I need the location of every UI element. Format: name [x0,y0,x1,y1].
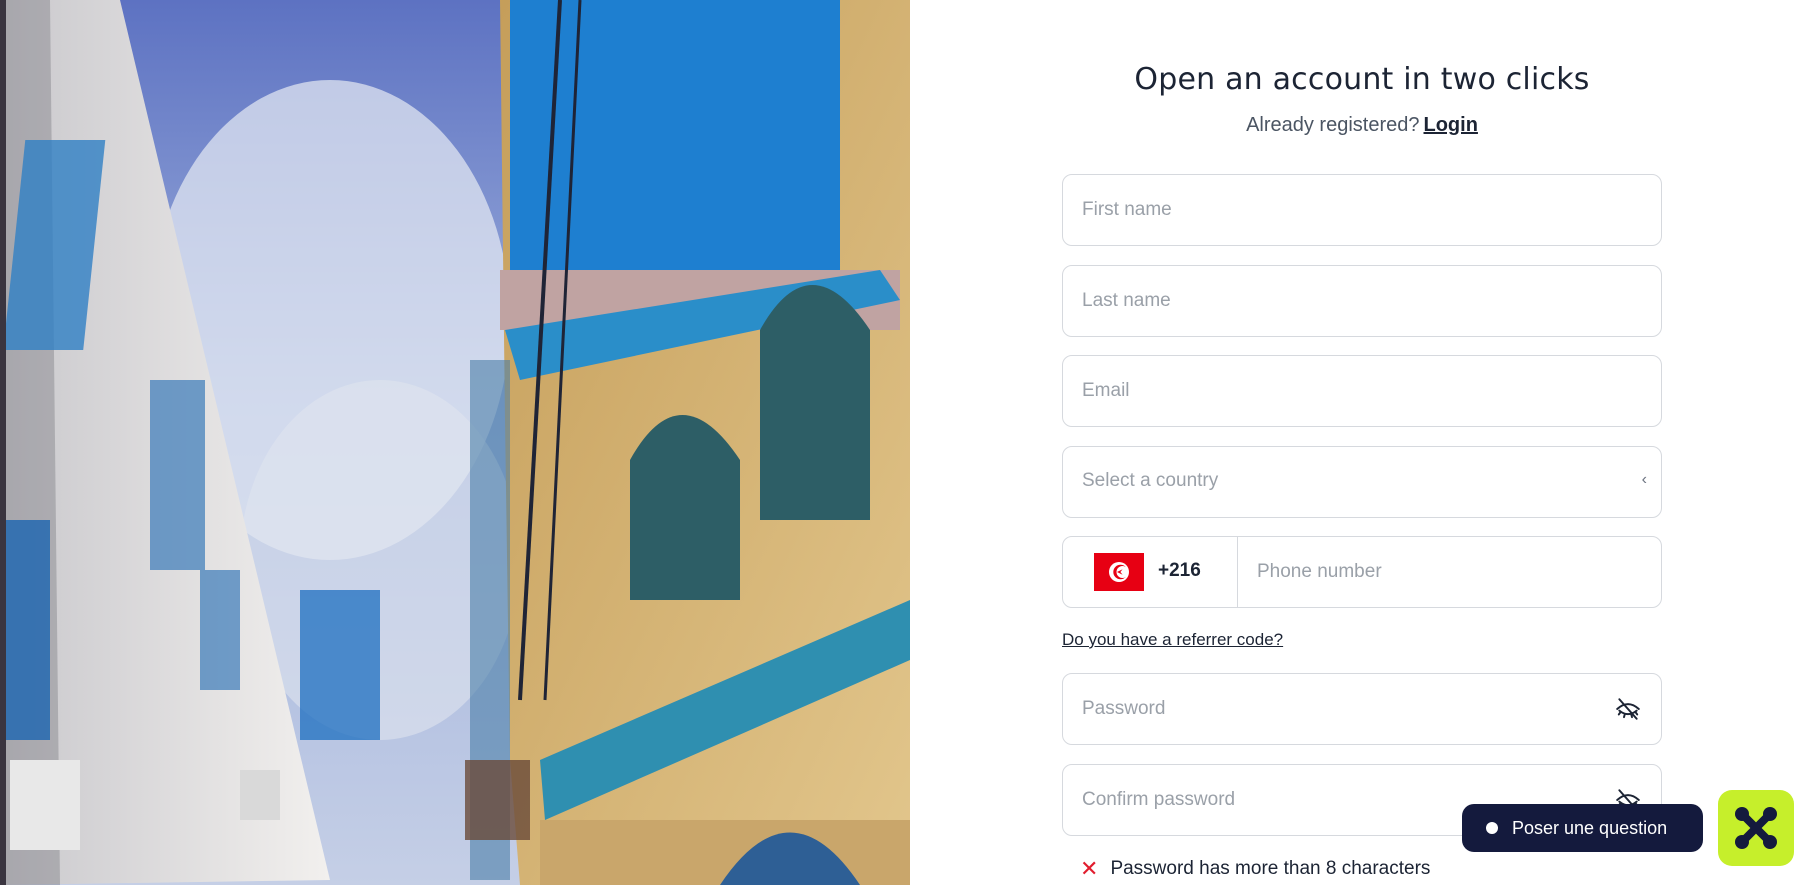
chat-launcher-icon[interactable] [1718,790,1794,866]
phone-field[interactable]: +216 [1062,536,1663,608]
last-name-input[interactable] [1063,266,1661,336]
email-field[interactable] [1062,355,1662,427]
hero-photo [0,0,910,885]
ask-question-label: Poser une question [1512,817,1668,838]
country-select[interactable]: Select a country ‹ [1062,446,1662,518]
already-registered-text: Already registered? [1246,114,1420,136]
email-input[interactable] [1063,356,1661,426]
password-rule-length: ✕ Password has more than 8 characters [1080,858,1430,880]
chevron-left-icon: ‹ [1641,471,1647,488]
tunisia-flag-icon [1094,553,1144,591]
x-icon: ✕ [1080,856,1099,881]
page-title: Open an account in two clicks [1134,62,1590,97]
password-rule-text: Password has more than 8 characters [1110,858,1431,879]
online-dot-icon [1486,822,1498,834]
first-name-field[interactable] [1062,174,1662,246]
last-name-field[interactable] [1062,265,1662,337]
password-input[interactable] [1063,674,1661,744]
phone-dial-code: +216 [1158,560,1201,581]
phone-number-input[interactable] [1238,537,1663,607]
login-prompt: Already registered? Login [1062,114,1662,137]
password-field[interactable] [1062,673,1662,745]
ask-question-button[interactable]: Poser une question [1462,804,1703,852]
eye-off-icon[interactable] [1615,696,1641,722]
country-select-placeholder: Select a country [1082,470,1219,491]
login-link[interactable]: Login [1424,114,1478,136]
signup-panel: Open an account in two clicks Already re… [910,0,1806,885]
phone-country-code-select[interactable]: +216 [1063,537,1238,607]
first-name-input[interactable] [1063,175,1661,245]
referrer-code-link[interactable]: Do you have a referrer code? [1062,630,1283,650]
